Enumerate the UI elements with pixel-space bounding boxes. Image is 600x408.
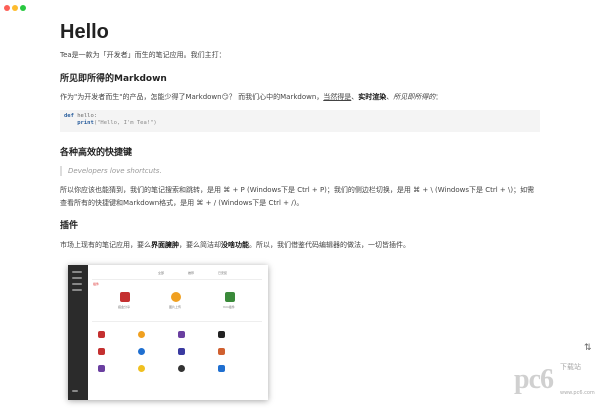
section-heading-markdown: 所见即所得的Markdown: [60, 74, 167, 84]
code-line-1: def hello:: [64, 113, 98, 119]
code-block[interactable]: def hello: print("Hello, I'm Tea!"): [60, 110, 540, 132]
watermark-sub: 下载站: [560, 363, 581, 371]
section-heading-plugins: 插件: [60, 221, 79, 231]
section-heading-shortcuts: 各种高效的快捷键: [60, 148, 133, 158]
markdown-paragraph-text: 作为"为开发者而生"的产品，怎能少得了Markdown😏？ 而我们心中的Mark…: [60, 93, 324, 101]
italic-text: 所见即所得的: [393, 93, 436, 101]
embedded-title: 插件: [93, 282, 100, 286]
watermark-brand: pc6: [514, 364, 554, 395]
underlined-text: 当然得是: [323, 93, 352, 101]
plugins-paragraph: 市场上现有的笔记应用，要么界面臃肿，要么简洁却没啥功能。所以，我们借鉴代码编辑器…: [60, 241, 410, 249]
shortcuts-paragraph-line2: 查看所有的快捷键和Markdown格式，是用 ⌘ + / (Windows下是 …: [60, 199, 304, 207]
markdown-paragraph: 作为"为开发者而生"的产品，怎能少得了Markdown😏？ 而我们心中的Mark…: [60, 92, 442, 102]
plugin-icon: [225, 292, 235, 302]
colon: ：: [435, 93, 443, 101]
close-window-button[interactable]: [4, 5, 10, 11]
scroll-sync-icon[interactable]: ⇅: [584, 343, 592, 353]
watermark-url: www.pc6.com: [560, 390, 595, 396]
plugin-icon: [120, 292, 130, 302]
embedded-screenshot-image: 插件 全部 推荐 已安装 掘金分享 图片上传 Vim插件: [68, 265, 268, 400]
blockquote: Developers love shortcuts.: [60, 166, 540, 176]
minimize-window-button[interactable]: [12, 5, 18, 11]
zoom-window-button[interactable]: [20, 5, 26, 11]
plugin-icon: [171, 292, 181, 302]
doc-title: Hello: [60, 21, 109, 43]
window-titlebar: [0, 0, 600, 14]
shortcuts-paragraph-line1: 所以你应该也能猜到，我们的笔记搜索和跳转，是用 ⌘ + P (Windows下是…: [60, 186, 535, 194]
bold-text: 实时渲染: [358, 93, 387, 101]
code-line-2: print("Hello, I'm Tea!"): [77, 120, 157, 126]
watermark-logo: pc6 下载站 www.pc6.com: [514, 362, 596, 404]
intro-paragraph: Tea是一款为「开发者」而生的笔记应用。我们主打：: [60, 51, 226, 59]
embedded-sidebar: [68, 265, 88, 400]
